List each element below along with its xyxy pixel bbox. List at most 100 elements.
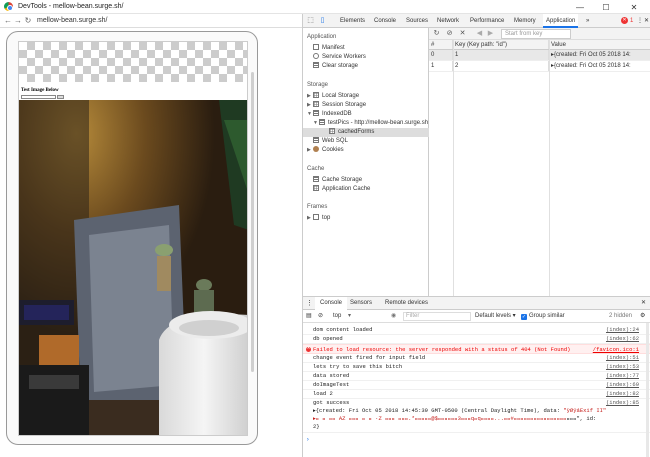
console-error-message: ✕ Failed to load resource: the server res… [303, 344, 650, 354]
more-tabs-button[interactable]: » [586, 14, 589, 28]
back-arrow-icon[interactable]: ← [3, 16, 13, 25]
sidebar-item-session-storage[interactable]: ▶ Session Storage [307, 101, 366, 110]
tab-elements[interactable]: Elements [340, 14, 365, 28]
source-link[interactable]: (index):24 [606, 326, 639, 333]
previous-page-icon[interactable]: ◀ [475, 29, 484, 38]
source-link[interactable]: (index):51 [606, 354, 639, 361]
clear-console-icon[interactable]: ⊘ [318, 312, 323, 321]
application-sidebar: Application Manifest Service Workers Cle… [303, 28, 429, 296]
source-link[interactable]: (index):62 [606, 335, 639, 342]
refresh-icon[interactable]: ↻ [432, 29, 441, 38]
database-icon [313, 62, 319, 68]
minimize-button[interactable]: — [570, 0, 590, 14]
sidebar-item-application-cache[interactable]: Application Cache [313, 185, 370, 194]
source-link[interactable]: (index):53 [606, 363, 639, 370]
source-link[interactable]: (index):77 [606, 372, 639, 379]
error-count[interactable]: 1 [630, 14, 633, 28]
column-value[interactable]: Value [549, 40, 650, 49]
next-page-icon[interactable]: ▶ [486, 29, 495, 38]
error-icon: ✕ [306, 347, 311, 352]
photo-image [19, 100, 248, 436]
clear-icon[interactable]: ⊘ [445, 29, 454, 38]
console-scrollbar[interactable] [646, 323, 649, 457]
url-text[interactable]: mellow-bean.surge.sh/ [37, 17, 107, 24]
sidebar-item-object-store[interactable]: cachedForms [303, 128, 429, 137]
row-index: 1 [429, 61, 453, 71]
device-screen: Test Image Below [18, 41, 248, 436]
console-message: got success (index):85 ▸{created: Fri Oc… [303, 399, 650, 433]
table-row[interactable]: 1 2 ▸{created: Fri Oct 05 2018 14: [429, 61, 650, 72]
delete-icon[interactable]: ✕ [458, 29, 467, 38]
row-value[interactable]: ▸{created: Fri Oct 05 2018 14: [549, 50, 650, 60]
database-icon [319, 119, 325, 125]
console-message: load 2 (index):82 [303, 390, 650, 399]
console-prompt-icon[interactable]: › [306, 436, 310, 443]
source-link[interactable]: /favicon.ico:1 [593, 345, 639, 354]
sidebar-item-indexeddb[interactable]: ▼ IndexedDB [307, 110, 352, 119]
sidebar-item-cookies[interactable]: ▶ Cookies [307, 146, 344, 155]
group-similar-checkbox[interactable]: ✓ Group similar [521, 312, 565, 321]
inspect-element-icon[interactable]: ⬚ [306, 16, 315, 25]
cookie-icon [313, 146, 319, 152]
sidebar-item-cache-storage[interactable]: Cache Storage [313, 176, 362, 185]
tab-performance[interactable]: Performance [470, 14, 504, 28]
sidebar-item-web-sql[interactable]: Web SQL [313, 137, 348, 146]
row-value[interactable]: ▸{created: Fri Oct 05 2018 14: [549, 61, 650, 71]
sidebar-item-database[interactable]: ▼ testPics - http://mellow-bean.surge.sh [313, 119, 428, 128]
source-link[interactable]: (index):85 [606, 399, 639, 406]
page-heading: Test Image Below [21, 88, 59, 93]
sidebar-item-service-workers[interactable]: Service Workers [313, 53, 366, 62]
page-scrollbar[interactable] [251, 72, 254, 372]
devtools-close-icon[interactable]: ✕ [644, 14, 649, 28]
tab-memory[interactable]: Memory [514, 14, 536, 28]
show-sidebar-icon[interactable]: ▤ [306, 312, 312, 321]
section-application: Application [307, 34, 336, 40]
device-toolbar-icon[interactable]: ▯ [318, 16, 327, 25]
start-from-key-input[interactable]: Start from key [501, 29, 571, 39]
page-button[interactable] [57, 95, 64, 99]
tab-console[interactable]: Console [374, 14, 396, 28]
devtools-menu-icon[interactable]: ⋮ [637, 14, 643, 28]
tab-network[interactable]: Network [437, 14, 459, 28]
database-icon [313, 110, 319, 116]
device-viewport: Test Image Below [0, 28, 302, 457]
drawer-close-icon[interactable]: ✕ [641, 297, 646, 310]
drawer-tab-sensors[interactable]: Sensors [350, 297, 372, 310]
context-selector[interactable]: top [333, 312, 341, 321]
sidebar-item-local-storage[interactable]: ▶ Local Storage [307, 92, 359, 101]
logged-object-end: 2} [313, 423, 320, 430]
close-window-button[interactable]: ✕ [624, 0, 644, 14]
console-settings-gear-icon[interactable]: ⚙ [640, 312, 645, 321]
sidebar-item-top-frame[interactable]: ▶ top [307, 214, 330, 223]
sidebar-item-manifest[interactable]: Manifest [313, 44, 345, 53]
console-message: doImageTest (index):69 [303, 381, 650, 390]
log-levels-dropdown[interactable]: Default levels ▾ [475, 312, 516, 321]
drawer-menu-icon[interactable]: ⋮ [306, 297, 313, 310]
address-bar: ← → ↻ mellow-bean.surge.sh/ [0, 14, 302, 28]
error-count-icon[interactable]: ✕ [621, 17, 628, 24]
table-row[interactable]: 0 1 ▸{created: Fri Oct 05 2018 14: [429, 50, 650, 61]
console-filter-input[interactable]: Filter [403, 312, 471, 321]
column-index[interactable]: # [429, 40, 453, 49]
console-message: change event fired for input field (index… [303, 354, 650, 363]
reload-icon[interactable]: ↻ [23, 16, 33, 25]
document-icon [313, 44, 319, 50]
source-link[interactable]: (index):82 [606, 390, 639, 397]
dropdown-arrow-icon[interactable]: ▾ [348, 312, 351, 321]
maximize-button[interactable]: ☐ [596, 0, 616, 14]
forward-arrow-icon[interactable]: → [13, 16, 23, 25]
column-key[interactable]: Key (Key path: "id") [453, 40, 549, 49]
grid-icon [313, 101, 319, 107]
console-message: db opened (index):62 [303, 335, 650, 344]
logged-object[interactable]: ▸{created: Fri Oct 05 2018 14:45:39 GMT-… [313, 407, 638, 414]
source-link[interactable]: (index):69 [606, 381, 639, 388]
file-input[interactable] [21, 95, 56, 99]
drawer-tab-remote-devices[interactable]: Remote devices [385, 297, 428, 310]
tab-application[interactable]: Application [543, 14, 578, 28]
drawer-tab-console[interactable]: Console [315, 297, 347, 310]
row-index: 0 [429, 50, 453, 60]
section-storage: Storage [307, 82, 328, 88]
eye-icon[interactable]: ◉ [391, 312, 396, 321]
sidebar-item-clear-storage[interactable]: Clear storage [313, 62, 358, 71]
tab-sources[interactable]: Sources [406, 14, 428, 28]
